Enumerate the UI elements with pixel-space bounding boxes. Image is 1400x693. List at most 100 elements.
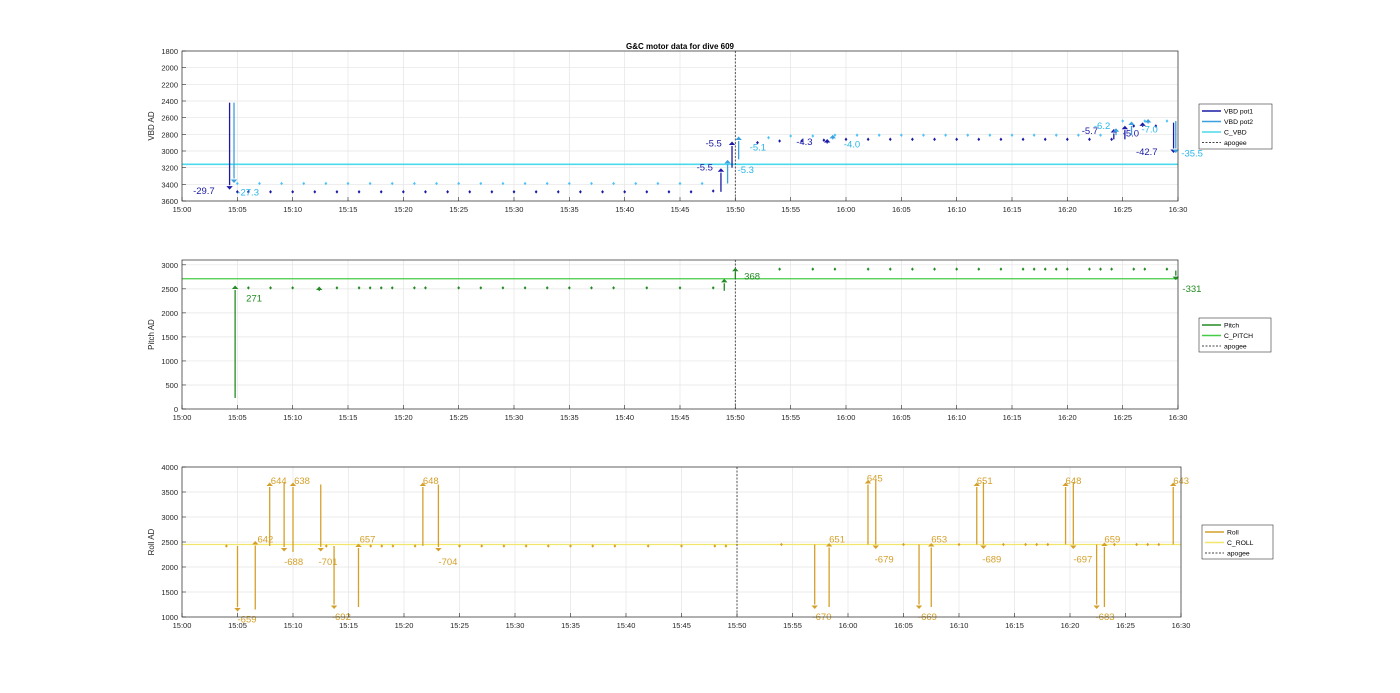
x-tick-label: 15:50 <box>728 621 747 630</box>
y-tick-label: 1500 <box>161 588 178 597</box>
y-tick-label: 3400 <box>161 180 178 189</box>
y-tick-label: 4000 <box>161 463 178 472</box>
x-tick-label: 15:30 <box>505 205 524 214</box>
move-label: 638 <box>294 476 310 487</box>
x-tick-label: 16:10 <box>947 413 966 422</box>
x-tick-label: 16:00 <box>837 205 856 214</box>
x-tick-label: 15:15 <box>339 413 358 422</box>
move-label: -5.5 <box>697 163 713 174</box>
move-label: -4.3 <box>796 137 812 148</box>
x-tick-label: 16:00 <box>839 621 858 630</box>
y-tick-label: 2200 <box>161 80 178 89</box>
x-tick-label: 15:45 <box>672 621 691 630</box>
legend-entry: C_PITCH <box>1224 333 1253 340</box>
y-tick-label: 2800 <box>161 130 178 139</box>
x-tick-label: 16:20 <box>1061 621 1080 630</box>
x-tick-label: 15:05 <box>228 413 247 422</box>
x-tick-label: 15:40 <box>615 413 634 422</box>
y-tick-label: 1800 <box>161 47 178 56</box>
move-label: -697 <box>1073 555 1092 566</box>
chart-panels: 15:00 15:05 15:10 15:15 15:20 15:25 15:30 15:35… <box>147 47 1274 630</box>
move-label: -659 <box>238 615 257 626</box>
x-tick-label: 15:00 <box>173 205 192 214</box>
x-tick-label: 15:25 <box>449 205 468 214</box>
x-tick-label: 15:55 <box>783 621 802 630</box>
legend-entry: apogee <box>1224 344 1247 351</box>
y-tick-label: 2400 <box>161 97 178 106</box>
x-tick-label: 15:40 <box>615 205 634 214</box>
x-tick-label: 15:50 <box>726 413 745 422</box>
x-tick-label: 16:25 <box>1113 413 1132 422</box>
x-tick-label: 15:35 <box>560 413 579 422</box>
move-label: -6.2 <box>1094 121 1110 132</box>
figure-title: G&C motor data for dive 609 <box>626 42 735 51</box>
x-tick-label: 15:20 <box>394 205 413 214</box>
move-label: -27.3 <box>237 188 259 199</box>
x-tick-label: 15:40 <box>617 621 636 630</box>
x-tick-label: 15:10 <box>283 413 302 422</box>
move-label: -669 <box>918 612 937 623</box>
panel-pitch: 15:00 15:05 15:10 15:15 15:20 15:25 15:30 15:35… <box>147 259 1272 422</box>
move-label: -331 <box>1182 284 1201 295</box>
x-tick-label: 16:05 <box>892 205 911 214</box>
y-tick-label: 2500 <box>161 285 178 294</box>
y-tick-label: 3200 <box>161 164 178 173</box>
x-tick-label: 16:15 <box>1005 621 1024 630</box>
x-tick-label: 15:05 <box>228 205 247 214</box>
x-tick-label: 16:10 <box>947 205 966 214</box>
x-tick-label: 15:20 <box>394 413 413 422</box>
legend-entry: Roll <box>1227 530 1239 537</box>
x-tick-label: 16:30 <box>1169 413 1188 422</box>
y-tick-label: 0 <box>174 405 178 414</box>
move-label: -683 <box>1096 612 1115 623</box>
move-label: 271 <box>246 293 262 304</box>
x-tick-label: 15:10 <box>283 205 302 214</box>
motor-data-figure: G&C motor data for dive 609 15:00 15:05 15… <box>147 42 1274 630</box>
x-tick-label: 16:25 <box>1116 621 1135 630</box>
legend: VBD pot1 VBD pot2 C_VBDapogee <box>1198 103 1273 150</box>
move-label: -692 <box>332 612 351 623</box>
x-tick-label: 16:15 <box>1003 205 1022 214</box>
y-axis-label: Pitch AD <box>147 319 156 350</box>
move-label: -5.3 <box>738 165 754 176</box>
x-tick-label: 15:30 <box>506 621 525 630</box>
x-tick-label: 15:20 <box>395 621 414 630</box>
x-tick-label: 15:45 <box>671 413 690 422</box>
y-tick-label: 2000 <box>161 309 178 318</box>
y-axis-label: Roll AD <box>147 528 156 555</box>
move-label: 645 <box>867 474 883 485</box>
y-tick-label: 1500 <box>161 333 178 342</box>
move-label: -688 <box>284 557 303 568</box>
x-tick-label: 15:25 <box>449 413 468 422</box>
y-tick-label: 3000 <box>161 147 178 156</box>
legend: Pitch C_PITCHapogee <box>1198 317 1272 353</box>
move-label: 651 <box>829 535 845 546</box>
move-label: 651 <box>977 476 993 487</box>
move-label: -42.7 <box>1136 147 1158 158</box>
x-tick-label: 15:15 <box>339 205 358 214</box>
x-tick-label: 15:35 <box>561 621 580 630</box>
x-tick-label: 16:30 <box>1169 205 1188 214</box>
x-tick-label: 16:10 <box>950 621 969 630</box>
panel-roll: 15:00 15:05 15:10 15:15 15:20 15:25 15:30 15:35… <box>147 463 1274 630</box>
legend-entry: apogee <box>1227 551 1250 558</box>
legend: Roll C_ROLLapogee <box>1201 524 1274 560</box>
x-tick-label: 16:15 <box>1003 413 1022 422</box>
move-label: 659 <box>1104 535 1120 546</box>
x-tick-label: 15:55 <box>781 205 800 214</box>
y-tick-label: 3600 <box>161 197 178 206</box>
y-tick-label: 500 <box>165 381 178 390</box>
move-label: -4.0 <box>844 139 860 150</box>
x-tick-label: 15:45 <box>671 205 690 214</box>
legend-entry: C_VBD <box>1224 130 1247 137</box>
move-label: 642 <box>257 535 273 546</box>
move-label: 653 <box>931 535 947 546</box>
x-tick-label: 15:25 <box>450 621 469 630</box>
y-tick-label: 2000 <box>161 64 178 73</box>
move-label: -29.7 <box>193 186 215 197</box>
y-tick-label: 2500 <box>161 538 178 547</box>
x-tick-label: 16:05 <box>894 621 913 630</box>
legend-entry: Pitch <box>1224 323 1239 330</box>
y-tick-label: 3000 <box>161 261 178 270</box>
y-tick-label: 2600 <box>161 114 178 123</box>
